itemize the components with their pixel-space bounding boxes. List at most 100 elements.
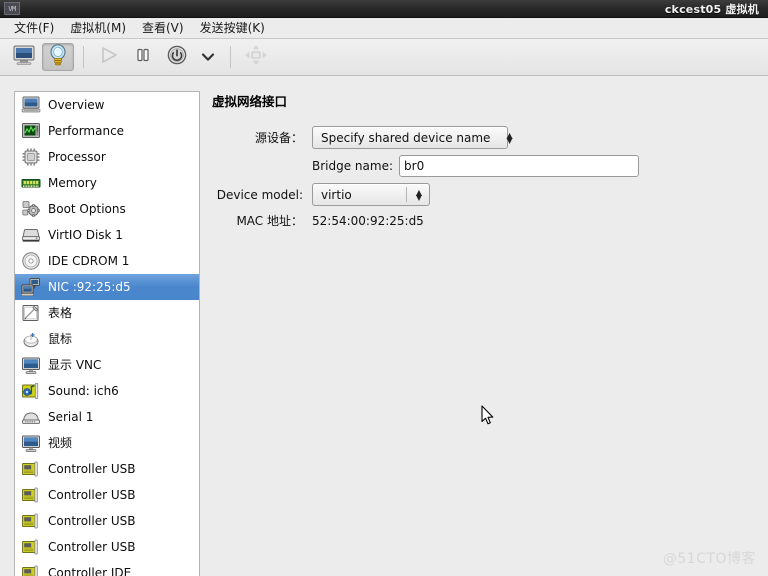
chevron-down-icon (200, 48, 216, 67)
hw-item-label: Sound: ich6 (48, 384, 119, 398)
device-model-combo[interactable]: virtio ▲ ▼ (312, 183, 430, 206)
bridge-name-input[interactable] (399, 155, 640, 177)
nic-detail-pane: 虚拟网络接口 源设备： Specify shared device name ▲… (212, 91, 752, 235)
combo-divider (406, 187, 407, 202)
controller-icon (21, 563, 41, 576)
network-icon (21, 277, 41, 297)
hw-item-label: 视频 (48, 436, 73, 450)
hw-item-overview[interactable]: Overview (15, 92, 199, 118)
hw-item-processor[interactable]: Processor (15, 144, 199, 170)
source-device-label: 源设备： (254, 131, 303, 145)
console-view-button[interactable] (8, 43, 40, 71)
hw-item-label: Boot Options (48, 202, 126, 216)
display-icon (21, 355, 41, 375)
hw-item-label: Controller IDE (48, 566, 132, 576)
shutdown-button[interactable] (161, 43, 193, 71)
hw-item-label: Overview (48, 98, 105, 112)
device-model-row: Device model: virtio ▲ ▼ (212, 183, 752, 206)
hw-item-virtio-disk-1[interactable]: VirtIO Disk 1 (15, 222, 199, 248)
hw-item-label: NIC :92:25:d5 (48, 280, 131, 294)
cpu-icon (21, 147, 41, 167)
hw-item-label: Processor (48, 150, 106, 164)
pause-icon (134, 46, 152, 68)
combo-arrows-icon: ▲ ▼ (506, 130, 513, 145)
menu-virtual-machine[interactable]: 虚拟机(M) (62, 19, 134, 38)
serial-icon (21, 407, 41, 427)
hw-item-video[interactable]: 视频 (15, 430, 199, 456)
toolbar (0, 39, 768, 76)
hw-item-controller-usb-3[interactable]: Controller USB (15, 508, 199, 534)
toolbar-separator-1 (83, 46, 84, 68)
hw-item-controller-usb-4[interactable]: Controller USB (15, 534, 199, 560)
hw-item-label: Controller USB (48, 540, 136, 554)
fullscreen-button[interactable] (240, 43, 272, 71)
hw-item-controller-usb-2[interactable]: Controller USB (15, 482, 199, 508)
tablet-icon (21, 303, 41, 323)
hw-item-performance[interactable]: Performance (15, 118, 199, 144)
menu-view[interactable]: 查看(V) (134, 19, 192, 38)
harddisk-icon (21, 225, 41, 245)
hw-item-nic[interactable]: NIC :92:25:d5 (15, 274, 199, 300)
source-device-row: 源设备： Specify shared device name ▲ ▼ (212, 126, 752, 149)
vm-icon: VM (4, 2, 20, 15)
fullscreen-icon (245, 45, 267, 69)
source-device-combo[interactable]: Specify shared device name ▲ ▼ (312, 126, 513, 149)
hw-item-label: Memory (48, 176, 97, 190)
bridge-name-row: Bridge name: (212, 155, 752, 177)
cdrom-icon (21, 251, 41, 271)
mac-address-value: 52:54:00:92:25:d5 (312, 213, 424, 228)
soundcard-icon (21, 381, 41, 401)
mac-address-row: MAC 地址： 52:54:00:92:25:d5 (212, 212, 752, 229)
hw-item-label: IDE CDROM 1 (48, 254, 130, 268)
hw-item-label: 鼠标 (48, 332, 73, 346)
shutdown-menu-button[interactable] (195, 43, 221, 71)
hw-item-label: VirtIO Disk 1 (48, 228, 123, 242)
mouse-icon (21, 329, 41, 349)
computer-icon (21, 95, 41, 115)
details-view-button[interactable] (42, 43, 74, 71)
controller-icon (21, 537, 41, 557)
pause-button[interactable] (127, 43, 159, 71)
hw-item-boot-options[interactable]: Boot Options (15, 196, 199, 222)
hw-item-controller-ide[interactable]: Controller IDE (15, 560, 199, 576)
hw-item-ide-cdrom-1[interactable]: IDE CDROM 1 (15, 248, 199, 274)
controller-icon (21, 459, 41, 479)
hw-item-label: 表格 (48, 306, 73, 320)
monitor-icon (13, 45, 35, 69)
watermark: @51CTO博客 (662, 551, 756, 567)
toolbar-separator-2 (230, 46, 231, 68)
hardware-list[interactable]: Overview Performance Processor Memory Bo… (14, 91, 200, 576)
controller-icon (21, 485, 41, 505)
hw-item-label: 显示 VNC (48, 358, 102, 372)
content-area: Overview Performance Processor Memory Bo… (0, 77, 768, 576)
virt-manager-window: VM ckcest05 虚拟机 文件(F) 虚拟机(M) 查看(V) 发送按键(… (0, 0, 768, 576)
ram-icon (21, 173, 41, 193)
power-icon (166, 44, 188, 70)
menu-file[interactable]: 文件(F) (6, 19, 62, 38)
device-model-label: Device model: (216, 187, 303, 202)
lightbulb-icon (49, 44, 67, 70)
hw-item-mouse[interactable]: 鼠标 (15, 326, 199, 352)
play-icon (99, 46, 119, 68)
hw-item-controller-usb-1[interactable]: Controller USB (15, 456, 199, 482)
source-device-value: Specify shared device name (321, 130, 491, 145)
hw-item-label: Performance (48, 124, 125, 138)
hw-item-serial-1[interactable]: Serial 1 (15, 404, 199, 430)
hw-item-label: Controller USB (48, 462, 136, 476)
combo-arrows-icon: ▲ ▼ (415, 187, 423, 202)
hw-item-label: Controller USB (48, 514, 136, 528)
menu-send-key[interactable]: 发送按键(K) (192, 19, 273, 38)
hw-item-label: Serial 1 (48, 410, 94, 424)
window-title: ckcest05 虚拟机 (664, 3, 759, 16)
hw-item-sound[interactable]: Sound: ich6 (15, 378, 199, 404)
hw-item-display-vnc[interactable]: 显示 VNC (15, 352, 199, 378)
gears-icon (21, 199, 41, 219)
hw-item-memory[interactable]: Memory (15, 170, 199, 196)
chart-icon (21, 121, 41, 141)
run-button[interactable] (93, 43, 125, 71)
hw-item-label: Controller USB (48, 488, 136, 502)
hw-item-tablet[interactable]: 表格 (15, 300, 199, 326)
mac-address-label: MAC 地址： (236, 214, 303, 228)
video-icon (21, 433, 41, 453)
device-model-value: virtio (321, 187, 352, 202)
